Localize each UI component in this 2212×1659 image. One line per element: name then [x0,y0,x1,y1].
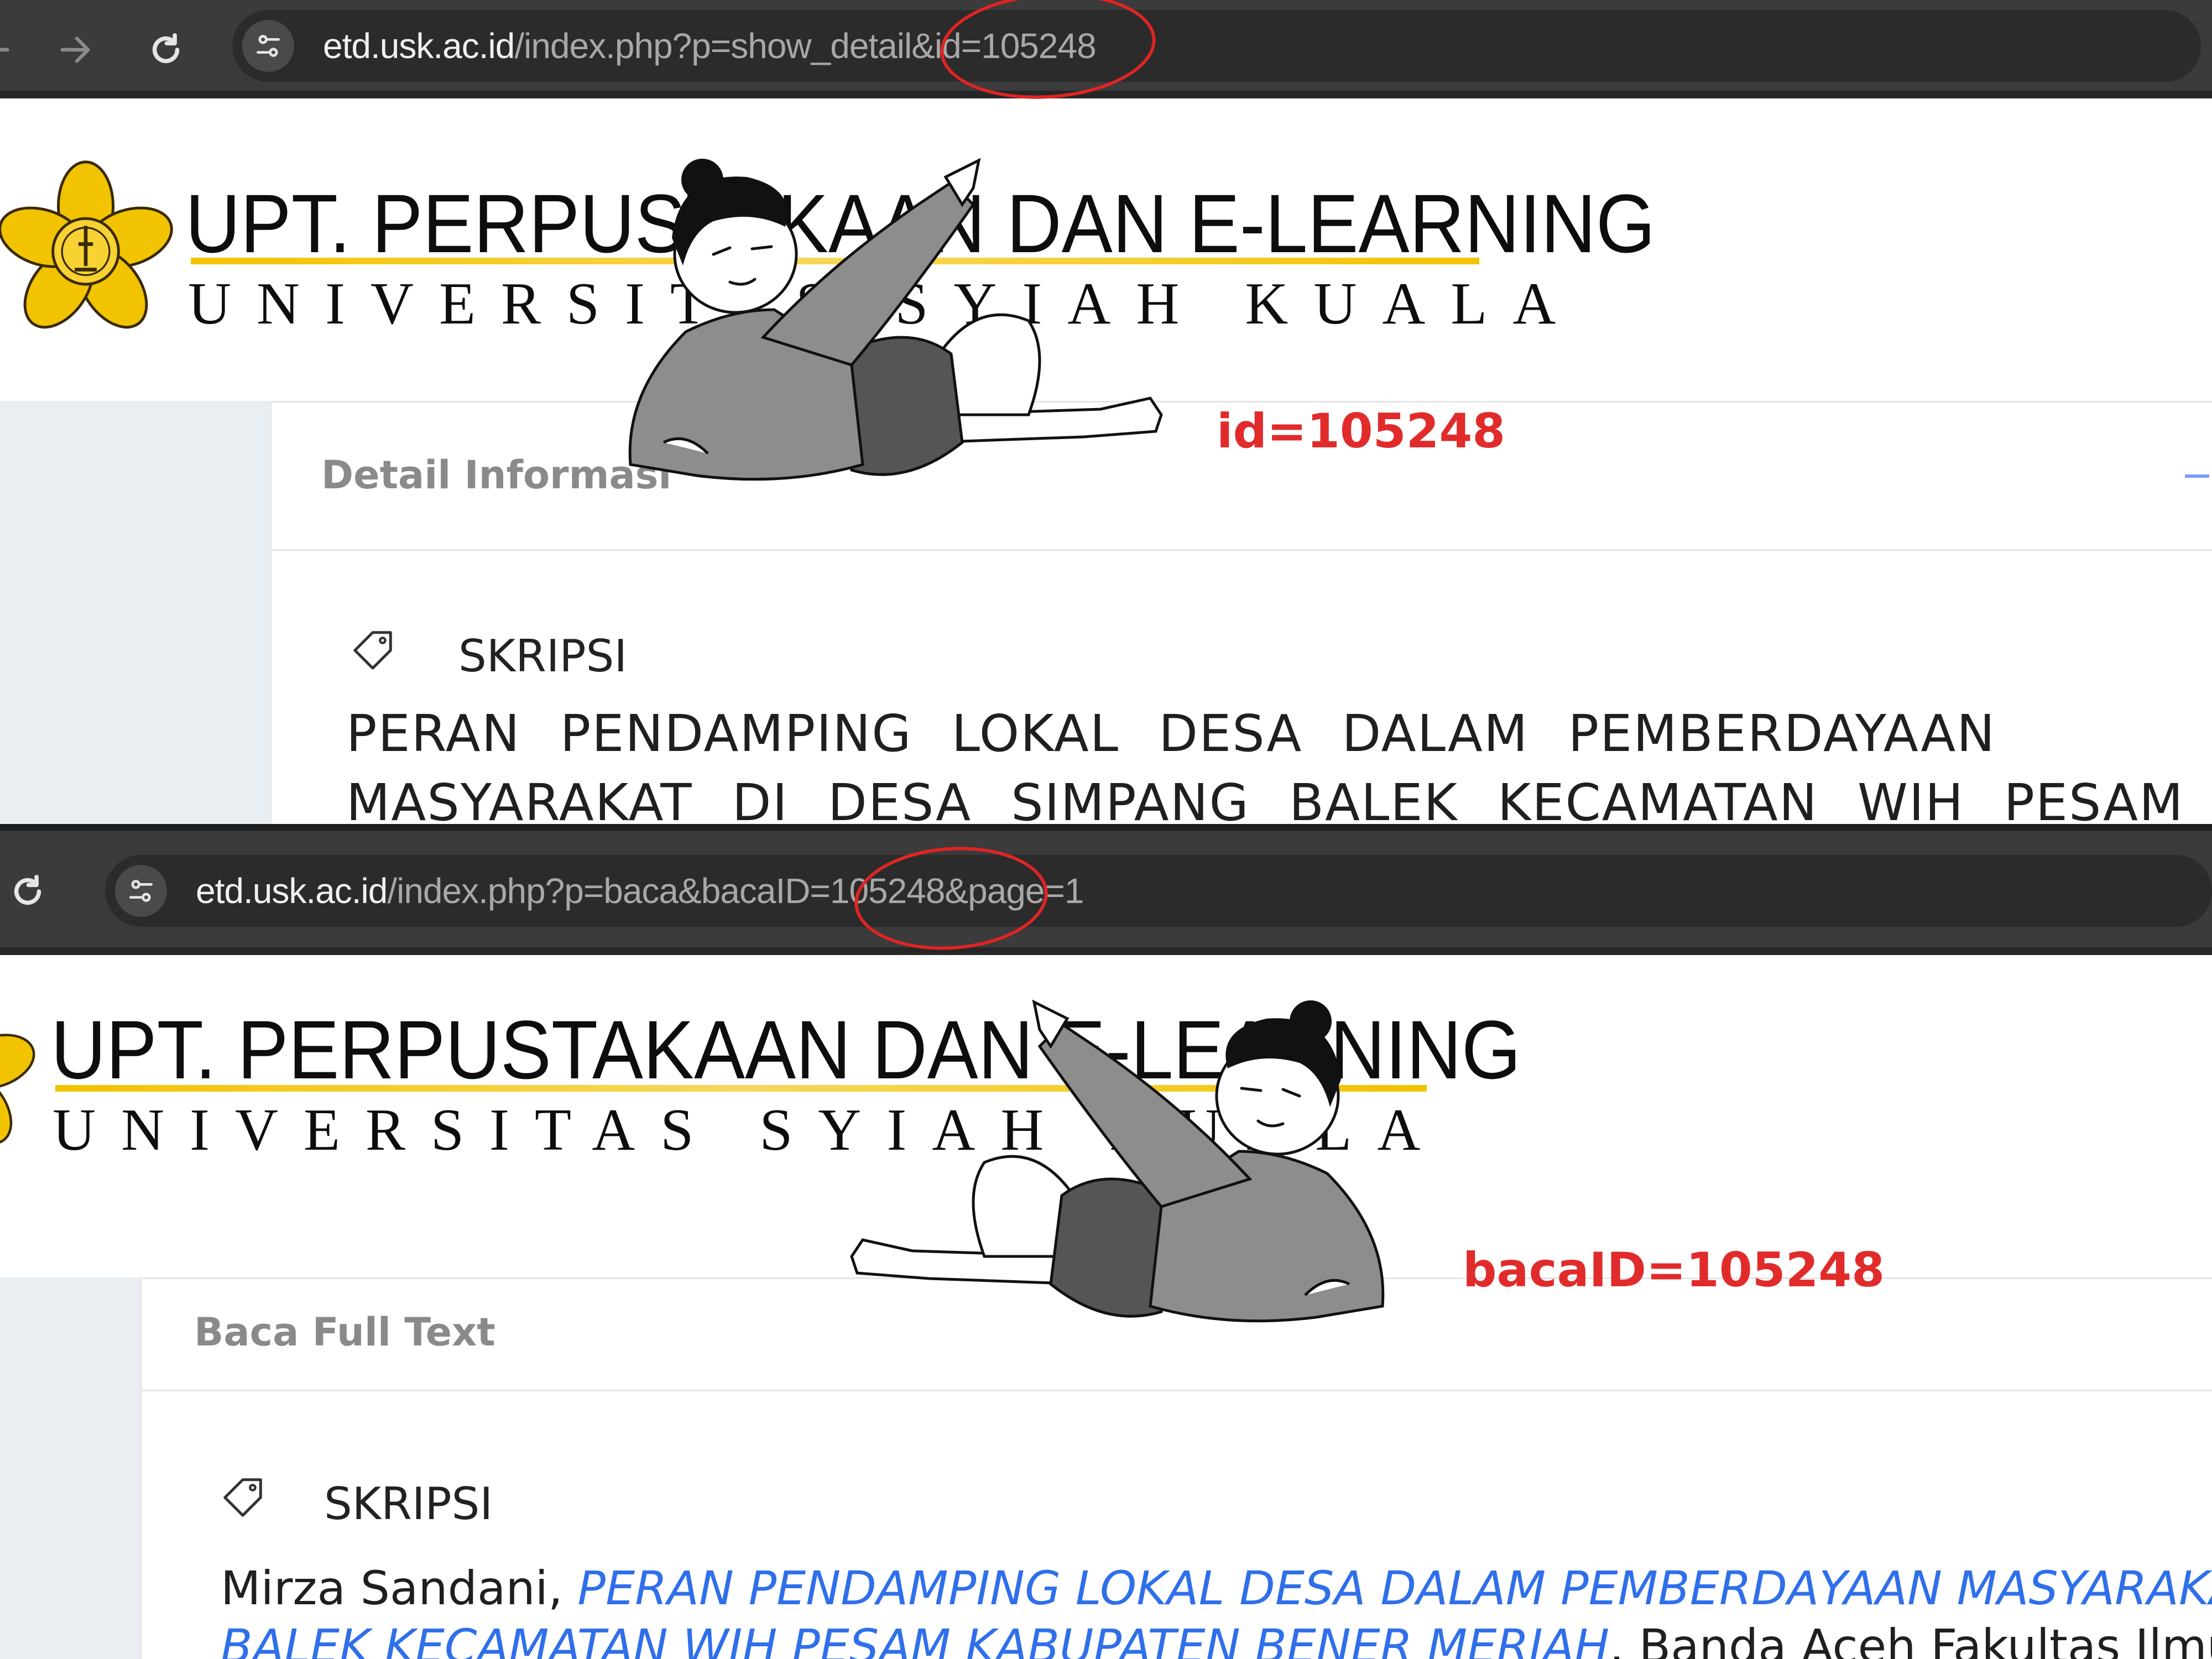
back-icon[interactable] [0,22,22,77]
reload-icon[interactable] [138,22,194,77]
url-host: etd.usk.ac.id [196,871,388,911]
collection-type: SKRIPSI [458,630,628,682]
tag-icon [223,1478,262,1517]
annotation-id: id=105248 [1217,404,1506,459]
site-settings-icon[interactable] [115,865,167,917]
citation-title-link[interactable]: PERAN PENDAMPING LOKAL DESA DALAM PEMBER… [577,1561,2212,1615]
toolbar-divider [0,947,2212,955]
pointing-person-illustration [628,158,1163,481]
screenshot-panel-read: etd.usk.ac.id/index.php?p=baca&bacaID=10… [0,831,2212,1659]
fulltext-card: Baca Full Text SKRIPSI Mirza Sandani, PE… [140,1277,2212,1659]
red-highlight-circle [936,0,1160,106]
site-settings-icon[interactable] [242,20,294,72]
address-bar[interactable]: etd.usk.ac.id/index.php?p=show_detail&id… [232,10,2201,82]
collection-type: SKRIPSI [324,1478,493,1530]
thesis-title-line2: MASYARAKAT DI DESA SIMPANG BALEK KECAMAT… [346,773,2184,824]
citation-rest: . Banda Aceh Fakultas Ilmu Sosial Dan Il… [1609,1619,2212,1659]
card-title: Baca Full Text [194,1310,495,1355]
pointing-person-illustration [850,999,1385,1323]
reload-icon[interactable] [0,864,55,919]
address-bar[interactable]: etd.usk.ac.id/index.php?p=baca&bacaID=10… [105,855,2212,927]
university-logo-icon [0,160,173,329]
citation-author: Mirza Sandani, [221,1561,578,1615]
forward-icon[interactable] [48,22,103,77]
university-logo-icon [0,1034,35,1145]
screenshot-panel-detail: etd.usk.ac.id/index.php?p=show_detail&id… [0,0,2212,824]
tag-icon [353,631,392,670]
url-host: etd.usk.ac.id [323,26,515,66]
thesis-title-line1: PERAN PENDAMPING LOKAL DESA DALAM PEMBER… [346,704,1996,763]
annotation-bacaid: bacaID=105248 [1463,1243,1885,1298]
citation-line1: Mirza Sandani, PERAN PENDAMPING LOKAL DE… [221,1561,2212,1615]
sidebar [0,401,271,824]
toolbar-divider [0,91,2212,98]
detail-card: Detail Informasi SKRIPSI PERAN PENDAMPIN… [270,401,2212,824]
panel-separator [0,824,2212,831]
collapse-toggle[interactable] [2185,474,2209,478]
browser-toolbar: etd.usk.ac.id/index.php?p=baca&bacaID=10… [0,831,2212,956]
citation-title-link-cont[interactable]: BALEK KECAMATAN WIH PESAM KABUPATEN BENE… [221,1619,1609,1659]
sidebar [0,1277,141,1659]
citation-line2: BALEK KECAMATAN WIH PESAM KABUPATEN BENE… [221,1619,2212,1659]
browser-toolbar: etd.usk.ac.id/index.php?p=show_detail&id… [0,0,2212,106]
